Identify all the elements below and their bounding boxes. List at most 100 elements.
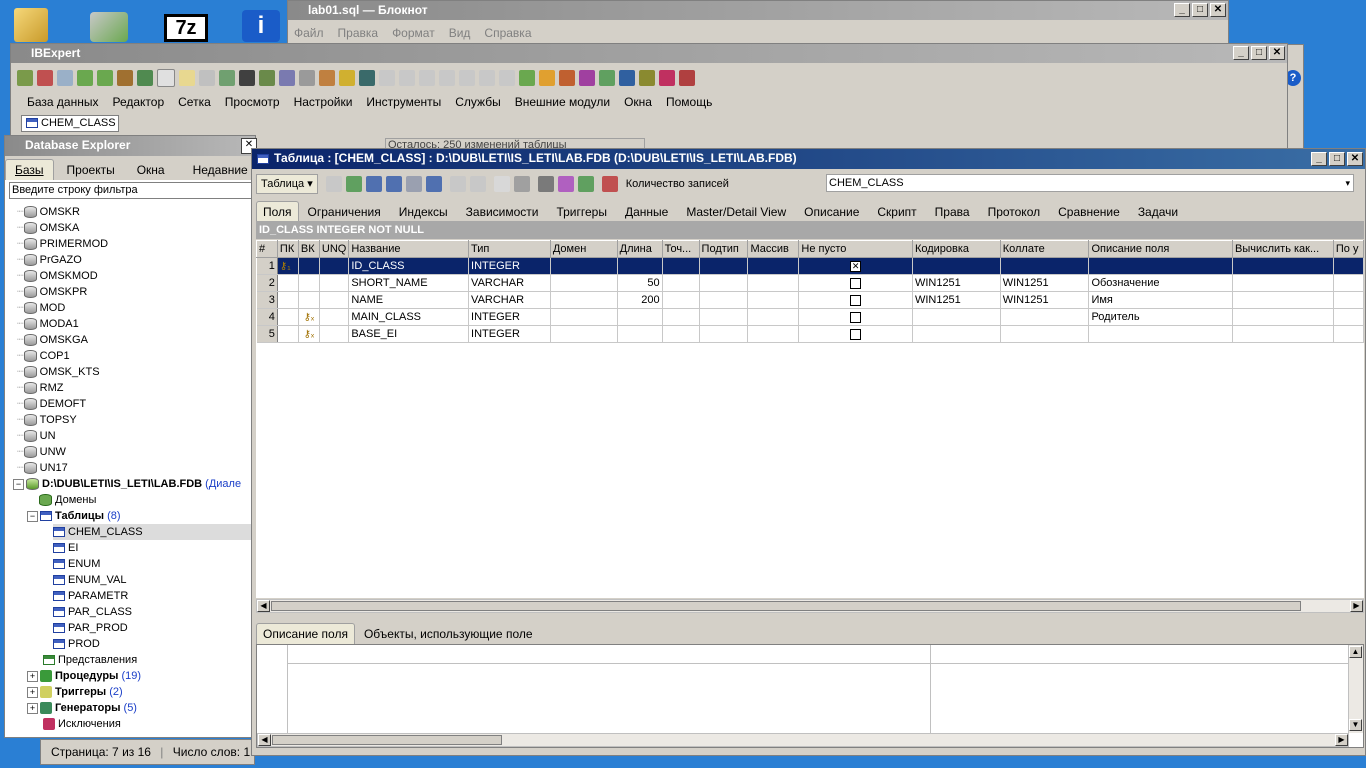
tab-dependencies[interactable]: Зависимости bbox=[457, 202, 548, 222]
unq-cell[interactable] bbox=[319, 257, 350, 275]
new-trigger-icon[interactable] bbox=[579, 70, 595, 86]
default-cell[interactable] bbox=[1333, 308, 1364, 326]
pk-cell[interactable] bbox=[277, 308, 299, 326]
new-gen-icon[interactable] bbox=[599, 70, 615, 86]
tree-table-item[interactable]: CHEM_CLASS bbox=[53, 524, 255, 540]
menu-help[interactable]: Помощь bbox=[666, 95, 712, 109]
tab-data[interactable]: Данные bbox=[616, 202, 677, 222]
array-cell[interactable] bbox=[747, 291, 800, 309]
scroll-left-icon[interactable]: ◀ bbox=[258, 734, 271, 746]
tree-db-item[interactable]: ┈ COP1 bbox=[17, 348, 70, 364]
table-editor-window[interactable]: Таблица : [CHEM_CLASS] : D:\DUB\LETI\IS_… bbox=[251, 148, 1366, 756]
user-icon[interactable] bbox=[319, 70, 335, 86]
explorer-tab-recent[interactable]: Недавние bbox=[184, 160, 257, 180]
refresh-icon[interactable] bbox=[219, 70, 235, 86]
tab-field-usage[interactable]: Объекты, использующие поле bbox=[355, 624, 542, 644]
tree-exceptions[interactable]: Исключения bbox=[43, 716, 121, 732]
fk-cell[interactable] bbox=[298, 257, 320, 275]
array-cell[interactable] bbox=[747, 325, 800, 343]
unq-cell[interactable] bbox=[319, 274, 350, 292]
subtype-cell[interactable] bbox=[699, 325, 749, 343]
new-role-icon[interactable] bbox=[679, 70, 695, 86]
tree-active-db[interactable]: − D:\DUB\LETI\IS_LETI\LAB.FDB (Диале bbox=[13, 476, 241, 492]
not-null-cell[interactable] bbox=[798, 325, 913, 343]
column-header[interactable]: Коллате bbox=[999, 240, 1090, 258]
not-null-checkbox[interactable] bbox=[850, 328, 862, 340]
tab-constraints[interactable]: Ограничения bbox=[299, 202, 390, 222]
add-field-icon[interactable] bbox=[365, 176, 382, 192]
unq-cell[interactable] bbox=[319, 291, 350, 309]
open-icon[interactable] bbox=[399, 70, 415, 86]
tree-db-item[interactable]: ┈ UN bbox=[17, 428, 56, 444]
window-tab-chem-class[interactable]: CHEM_CLASS bbox=[21, 115, 119, 132]
tab-master-detail[interactable]: Master/Detail View bbox=[677, 202, 795, 222]
field-type-cell[interactable]: VARCHAR bbox=[468, 291, 551, 309]
column-header[interactable]: Точ... bbox=[661, 240, 700, 258]
column-header[interactable]: ВК bbox=[297, 240, 320, 258]
fk-cell[interactable] bbox=[298, 274, 320, 292]
pane-hscrollbar[interactable]: ◀ ▶ bbox=[257, 733, 1349, 747]
charset-cell[interactable]: WIN1251 bbox=[912, 291, 1001, 309]
column-header[interactable]: UNQ bbox=[318, 240, 350, 258]
precision-cell[interactable] bbox=[662, 291, 700, 309]
table-row[interactable]: 5 ⚷ₓ BASE_EI INTEGER bbox=[256, 325, 1364, 343]
export-icon[interactable] bbox=[137, 70, 153, 86]
notepad-menu-help[interactable]: Справка bbox=[484, 26, 531, 40]
menu-plugins[interactable]: Внешние модули bbox=[515, 95, 610, 109]
computed-cell[interactable] bbox=[1232, 274, 1334, 292]
unregister-db-icon[interactable] bbox=[37, 70, 53, 86]
description-cell[interactable] bbox=[1088, 325, 1233, 343]
charset-cell[interactable]: WIN1251 bbox=[912, 274, 1001, 292]
tree-db-item[interactable]: ┈ DEMOFT bbox=[17, 396, 86, 412]
tab-field-description[interactable]: Описание поля bbox=[256, 623, 355, 644]
precision-cell[interactable] bbox=[662, 274, 700, 292]
register-db-icon[interactable] bbox=[17, 70, 33, 86]
field-name-cell[interactable]: ID_CLASS bbox=[348, 257, 470, 275]
tree-db-item[interactable]: ┈ UNW bbox=[17, 444, 66, 460]
precision-cell[interactable] bbox=[662, 308, 700, 326]
tree-db-item[interactable]: ┈ OMSK_KTS bbox=[17, 364, 100, 380]
scroll-down-icon[interactable]: ▼ bbox=[1349, 719, 1362, 731]
field-name-cell[interactable]: MAIN_CLASS bbox=[348, 308, 470, 326]
tree-db-item[interactable]: ┈ MOD bbox=[17, 300, 65, 316]
tab-indices[interactable]: Индексы bbox=[390, 202, 457, 222]
new-domain-icon[interactable] bbox=[659, 70, 675, 86]
tab-triggers[interactable]: Триггеры bbox=[547, 202, 616, 222]
tree-db-item[interactable]: ┈ MODA1 bbox=[17, 316, 79, 332]
column-header[interactable]: Домен bbox=[549, 240, 618, 258]
sql-editor-icon[interactable] bbox=[259, 70, 275, 86]
minimize-button[interactable]: _ bbox=[1311, 152, 1327, 166]
tree-triggers[interactable]: + Триггеры (2) bbox=[27, 684, 123, 700]
reconnect-icon[interactable] bbox=[97, 70, 113, 86]
field-name-cell[interactable]: SHORT_NAME bbox=[348, 274, 470, 292]
desktop-icon-folder[interactable] bbox=[14, 8, 48, 42]
collate-cell[interactable] bbox=[1000, 308, 1090, 326]
tree-procedures[interactable]: + Процедуры (19) bbox=[27, 668, 141, 684]
database-explorer[interactable]: Database Explorer ✕ Базы Проекты Окна Не… bbox=[4, 135, 257, 738]
db-props-icon[interactable] bbox=[117, 70, 133, 86]
field-type-cell[interactable]: INTEGER bbox=[468, 308, 551, 326]
not-null-checkbox[interactable] bbox=[850, 311, 862, 323]
move-field-icon[interactable] bbox=[425, 176, 442, 192]
ibexpert-titlebar[interactable]: IBExpert bbox=[11, 44, 1287, 63]
array-cell[interactable] bbox=[747, 308, 800, 326]
menu-services[interactable]: Службы bbox=[455, 95, 500, 109]
notepad-titlebar[interactable]: lab01.sql — Блокнот bbox=[288, 1, 1228, 20]
table-titlebar[interactable]: Таблица : [CHEM_CLASS] : D:\DUB\LETI\IS_… bbox=[252, 149, 1365, 169]
tree-db-item[interactable]: ┈ OMSKR bbox=[17, 204, 80, 220]
copy-icon[interactable] bbox=[459, 70, 475, 86]
sql-run-icon[interactable] bbox=[279, 70, 295, 86]
explorer-titlebar[interactable]: Database Explorer bbox=[5, 136, 255, 156]
tab-compare[interactable]: Сравнение bbox=[1049, 202, 1129, 222]
cut-icon[interactable] bbox=[439, 70, 455, 86]
tab-log[interactable]: Протокол bbox=[979, 202, 1050, 222]
new-table-icon[interactable] bbox=[519, 70, 535, 86]
length-cell[interactable] bbox=[617, 257, 663, 275]
field-type-cell[interactable]: VARCHAR bbox=[468, 274, 551, 292]
field-type-cell[interactable]: INTEGER bbox=[468, 325, 551, 343]
tab-privileges[interactable]: Права bbox=[926, 202, 979, 222]
column-header[interactable]: Подтип bbox=[698, 240, 749, 258]
fk-cell[interactable]: ⚷ₓ bbox=[298, 325, 320, 343]
subtype-cell[interactable] bbox=[699, 274, 749, 292]
tree-table-item[interactable]: PARAMETR bbox=[53, 588, 128, 604]
